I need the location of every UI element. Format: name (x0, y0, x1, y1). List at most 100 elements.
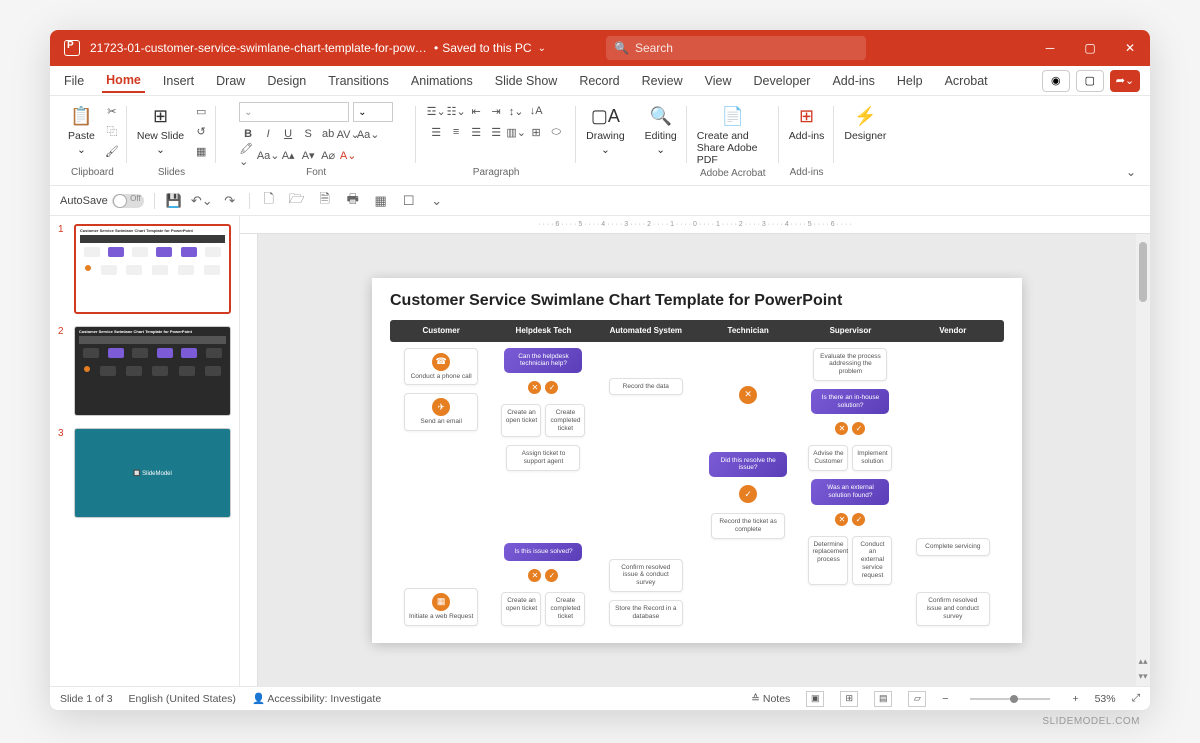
slide-title[interactable]: Customer Service Swimlane Chart Template… (390, 292, 1004, 310)
close-button[interactable]: ✕ (1110, 30, 1150, 66)
camera-button[interactable]: ◉ (1042, 70, 1070, 92)
collapse-ribbon-button[interactable]: ⌄ (1126, 165, 1142, 181)
underline-button[interactable]: U (279, 125, 297, 143)
node-completed-ticket-2[interactable]: Create completed ticket (545, 592, 585, 625)
editing-button[interactable]: 🔍 Editing⌄ (641, 102, 681, 158)
node-web-request[interactable]: ▦Initiate a web Request (404, 588, 478, 626)
align-left-button[interactable]: ☰ (427, 123, 445, 141)
zoom-level[interactable]: 53% (1095, 693, 1116, 705)
tab-insert[interactable]: Insert (159, 70, 198, 92)
node-external-found[interactable]: Was an external solution found? (811, 479, 889, 505)
clear-format-button[interactable]: A⌀ (319, 146, 337, 164)
spacing-button[interactable]: AV⌄ (339, 125, 357, 143)
indent-dec-button[interactable]: ⇤ (467, 102, 485, 120)
maximize-button[interactable]: ▢ (1070, 30, 1110, 66)
slide-thumb-3[interactable]: 3 🔲 SlideModel (58, 428, 231, 518)
search-input[interactable] (635, 41, 858, 55)
small-a-icon[interactable]: A▾ (299, 146, 317, 164)
section-button[interactable]: ▦ (192, 142, 210, 160)
tab-draw[interactable]: Draw (212, 70, 249, 92)
zoom-in-button[interactable]: + (1072, 693, 1078, 705)
align-right-button[interactable]: ☰ (467, 123, 485, 141)
node-inhouse[interactable]: Is there an in-house solution? (811, 389, 889, 415)
save-button[interactable]: 💾 (165, 192, 183, 210)
slide-thumbnails-panel[interactable]: 1 Customer Service Swimlane Chart Templa… (50, 216, 240, 686)
accessibility-check[interactable]: 👤 Accessibility: Investigate (252, 692, 381, 705)
present-button[interactable]: ▢ (1076, 70, 1104, 92)
tab-slideshow[interactable]: Slide Show (491, 70, 562, 92)
qat-quickprint-button[interactable]: 🖶 (344, 192, 362, 210)
qat-more-button[interactable]: ⌄ (428, 192, 446, 210)
undo-button[interactable]: ↶⌄ (193, 192, 211, 210)
vertical-ruler[interactable] (240, 234, 258, 686)
tab-animations[interactable]: Animations (407, 70, 477, 92)
paste-button[interactable]: 📋 Paste⌄ (64, 102, 99, 158)
node-can-help[interactable]: Can the helpdesk technician help? (504, 348, 582, 374)
node-email[interactable]: ✈Send an email (404, 393, 478, 431)
create-pdf-button[interactable]: 📄 Create and Share Adobe PDF (693, 102, 773, 168)
prev-slide-icon[interactable]: ▴▴ (1138, 656, 1147, 667)
highlight-button[interactable]: 🖍⌄ (239, 146, 257, 164)
node-store-record[interactable]: Store the Record in a database (609, 600, 683, 626)
tab-addins[interactable]: Add-ins (828, 70, 878, 92)
node-evaluate[interactable]: Evaluate the process addressing the prob… (813, 348, 887, 381)
tab-record[interactable]: Record (575, 70, 623, 92)
font-color-button[interactable]: A⌄ (339, 146, 357, 164)
qat-open-button[interactable]: 🗁 (288, 192, 306, 210)
next-slide-icon[interactable]: ▾▾ (1138, 671, 1147, 682)
bold-button[interactable]: B (239, 125, 257, 143)
share-button[interactable]: ➦⌄ (1110, 70, 1140, 92)
slide-thumb-1[interactable]: 1 Customer Service Swimlane Chart Templa… (58, 224, 231, 314)
shadow-button[interactable]: ab (319, 125, 337, 143)
node-conduct-external[interactable]: Conduct an external service request (852, 536, 892, 585)
node-vendor-confirm[interactable]: Confirm resolved issue and conduct surve… (916, 592, 990, 625)
drawing-button[interactable]: ▢A Drawing⌄ (582, 102, 629, 158)
italic-button[interactable]: I (259, 125, 277, 143)
qat-start-button[interactable]: ▦ (372, 192, 390, 210)
vertical-scrollbar[interactable]: ▴▴ ▾▾ (1136, 234, 1150, 686)
line-spacing-button[interactable]: ↕⌄ (507, 102, 525, 120)
copy-button[interactable]: ⿻ (103, 122, 121, 140)
fit-button[interactable]: ⤢ (1132, 692, 1140, 705)
language-indicator[interactable]: English (United States) (129, 693, 236, 705)
node-open-ticket-2[interactable]: Create an open ticket (501, 592, 541, 625)
strike-button[interactable]: S (299, 125, 317, 143)
qat-new-button[interactable]: 🗋 (260, 192, 278, 210)
node-completed-ticket[interactable]: Create completed ticket (545, 404, 585, 437)
numbering-button[interactable]: ☷⌄ (447, 102, 465, 120)
node-complete-servicing[interactable]: Complete servicing (916, 538, 990, 556)
zoom-out-button[interactable]: − (942, 693, 948, 705)
layout-button[interactable]: ▭ (192, 102, 210, 120)
bullets-button[interactable]: ☲⌄ (427, 102, 445, 120)
minimize-button[interactable]: ─ (1030, 30, 1070, 66)
node-assign-ticket[interactable]: Assign ticket to support agent (506, 445, 580, 471)
cut-button[interactable]: ✂ (103, 102, 121, 120)
format-painter-button[interactable]: 🖌 (103, 142, 121, 160)
horizontal-ruler[interactable]: · · · · 6 · · · · 5 · · · · 4 · · · · 3 … (240, 216, 1150, 234)
big-a-icon[interactable]: A▴ (279, 146, 297, 164)
search-box[interactable]: 🔍 (606, 36, 866, 60)
redo-button[interactable]: ↷ (221, 192, 239, 210)
new-slide-button[interactable]: ⊞ New Slide⌄ (133, 102, 188, 158)
view-slideshow-button[interactable]: ▱ (908, 691, 926, 707)
view-reading-button[interactable]: ▤ (874, 691, 892, 707)
justify-button[interactable]: ☰ (487, 123, 505, 141)
align-text-button[interactable]: ⊞ (527, 123, 545, 141)
slide-counter[interactable]: Slide 1 of 3 (60, 693, 113, 705)
font-size-select[interactable]: ⌄ (353, 102, 393, 122)
change-case-button[interactable]: Aa⌄ (259, 146, 277, 164)
slide-canvas[interactable]: Customer Service Swimlane Chart Template… (258, 234, 1136, 686)
tab-review[interactable]: Review (638, 70, 687, 92)
sentence-case-icon[interactable]: Aa⌄ (359, 125, 377, 143)
node-open-ticket[interactable]: Create an open ticket (501, 404, 541, 437)
tab-view[interactable]: View (701, 70, 736, 92)
smartart-button[interactable]: ⬭ (547, 123, 565, 141)
qat-touch-button[interactable]: ☐ (400, 192, 418, 210)
node-did-resolve[interactable]: Did this resolve the issue? (709, 452, 787, 478)
columns-button[interactable]: ▥⌄ (507, 123, 525, 141)
slide[interactable]: Customer Service Swimlane Chart Template… (372, 278, 1022, 643)
reset-button[interactable]: ↺ (192, 122, 210, 140)
node-issue-solved[interactable]: Is this issue solved? (504, 543, 582, 561)
slide-thumb-2[interactable]: 2 Customer Service Swimlane Chart Templa… (58, 326, 231, 416)
node-confirm-resolved[interactable]: Confirm resolved issue & conduct survey (609, 559, 683, 592)
